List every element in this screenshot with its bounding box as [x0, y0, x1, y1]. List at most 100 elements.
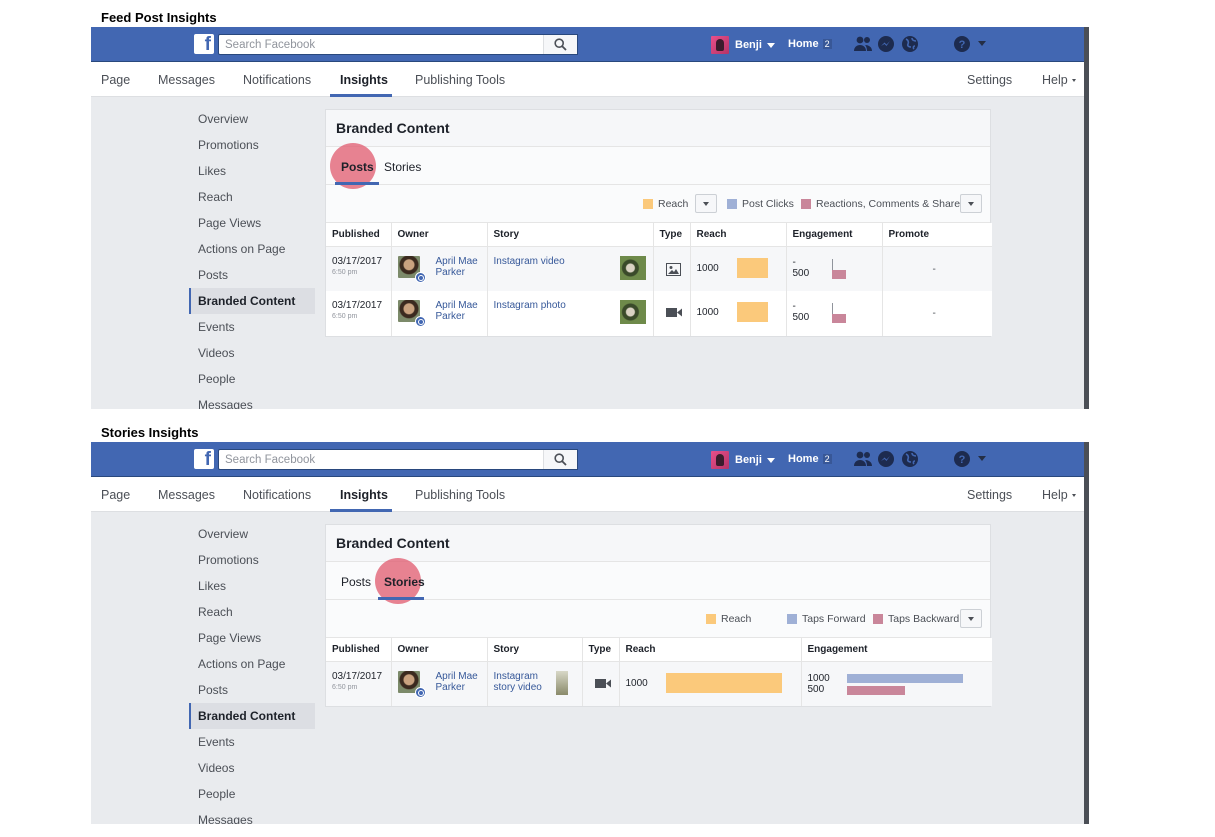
story-link[interactable]: Instagram story video [494, 671, 582, 693]
subtab-posts[interactable]: Posts [341, 160, 374, 174]
column-header-story[interactable]: Story [487, 223, 654, 247]
story-thumbnail[interactable] [619, 300, 646, 324]
search-input[interactable] [219, 450, 539, 470]
notifications-globe-icon[interactable] [901, 35, 919, 53]
metric-dropdown[interactable] [960, 194, 982, 213]
tab-messages[interactable]: Messages [158, 488, 215, 502]
nav-item-messages[interactable]: Messages [189, 807, 315, 824]
help-icon[interactable]: ? [953, 450, 971, 468]
nav-item-reach[interactable]: Reach [189, 184, 315, 210]
nav-item-events[interactable]: Events [189, 729, 315, 755]
column-header-type[interactable]: Type [582, 638, 620, 662]
owner-name-link[interactable]: April Mae Parker [436, 300, 478, 322]
friend-requests-icon[interactable] [853, 450, 872, 468]
owner-avatar[interactable] [397, 255, 426, 283]
nav-item-branded-content[interactable]: Branded Content [189, 288, 315, 314]
tab-insights[interactable]: Insights [340, 73, 388, 87]
tab-notifications[interactable]: Notifications [243, 488, 311, 502]
owner-name-link[interactable]: April Mae Parker [436, 256, 478, 278]
tab-notifications[interactable]: Notifications [243, 73, 311, 87]
profile-link[interactable]: Benji [711, 450, 775, 470]
tab-messages[interactable]: Messages [158, 73, 215, 87]
nav-item-page-views[interactable]: Page Views [189, 210, 315, 236]
nav-item-promotions[interactable]: Promotions [189, 132, 315, 158]
column-header-engagement[interactable]: Engagement [801, 638, 992, 662]
nav-item-overview[interactable]: Overview [189, 521, 315, 547]
nav-item-people[interactable]: People [189, 366, 315, 392]
owner-name-link[interactable]: April Mae Parker [436, 671, 478, 693]
nav-item-videos[interactable]: Videos [189, 755, 315, 781]
owner-cell: April Mae Parker [391, 661, 488, 706]
tab-settings[interactable]: Settings [967, 488, 1012, 502]
notifications-globe-icon[interactable] [901, 450, 919, 468]
column-header-reach[interactable]: Reach [619, 638, 802, 662]
search-button[interactable] [543, 450, 577, 469]
nav-item-page-views[interactable]: Page Views [189, 625, 315, 651]
owner: April Mae Parker [397, 300, 487, 327]
nav-item-likes[interactable]: Likes [189, 573, 315, 599]
tab-publishing-tools[interactable]: Publishing Tools [415, 488, 505, 502]
help-icon[interactable]: ? [953, 35, 971, 53]
column-header-type[interactable]: Type [653, 223, 691, 247]
subtab-posts[interactable]: Posts [341, 575, 371, 589]
reach-bar [736, 302, 768, 322]
subtab-stories[interactable]: Stories [384, 575, 425, 589]
messenger-icon[interactable] [877, 35, 895, 53]
column-header-published[interactable]: Published [326, 223, 392, 247]
facebook-logo-icon[interactable]: f [194, 34, 214, 54]
nav-item-videos[interactable]: Videos [189, 340, 315, 366]
tab-settings[interactable]: Settings [967, 73, 1012, 87]
tab-help[interactable]: Help [1042, 73, 1076, 87]
promote-cell[interactable]: - [882, 291, 992, 336]
home-label: Home [788, 38, 819, 50]
nav-item-people[interactable]: People [189, 781, 315, 807]
nav-item-promotions[interactable]: Promotions [189, 547, 315, 573]
nav-item-posts[interactable]: Posts [189, 262, 315, 288]
search-button[interactable] [543, 35, 577, 54]
tab-label: Publishing Tools [415, 73, 506, 87]
home-link[interactable]: Home 2 [788, 453, 832, 465]
column-header-story[interactable]: Story [487, 638, 583, 662]
nav-item-posts[interactable]: Posts [189, 677, 315, 703]
account-menu-chevron-icon[interactable] [978, 456, 986, 461]
owner-cell: April Mae Parker [391, 246, 488, 291]
nav-item-branded-content[interactable]: Branded Content [189, 703, 315, 729]
facebook-logo-icon[interactable]: f [194, 449, 214, 469]
published-time: 6:50 pm [332, 268, 358, 276]
nav-item-actions-on-page[interactable]: Actions on Page [189, 236, 315, 262]
search-input[interactable] [219, 35, 539, 55]
promote-value: - [932, 308, 936, 319]
metric-dropdown[interactable] [695, 194, 717, 213]
nav-item-actions-on-page[interactable]: Actions on Page [189, 651, 315, 677]
column-header-published[interactable]: Published [326, 638, 392, 662]
metric-dropdown[interactable] [960, 609, 982, 628]
story-thumbnail[interactable] [619, 255, 646, 280]
tab-page[interactable]: Page [101, 73, 130, 87]
account-menu-chevron-icon[interactable] [978, 41, 986, 46]
tab-publishing-tools[interactable]: Publishing Tools [415, 73, 505, 87]
column-header-owner[interactable]: Owner [391, 223, 488, 247]
subtab-stories[interactable]: Stories [384, 160, 421, 174]
tab-insights[interactable]: Insights [340, 488, 388, 502]
nav-item-messages[interactable]: Messages [189, 392, 315, 409]
owner-avatar[interactable] [397, 300, 426, 327]
tab-page[interactable]: Page [101, 488, 130, 502]
messenger-icon[interactable] [877, 450, 895, 468]
column-header-reach[interactable]: Reach [690, 223, 787, 247]
nav-item-overview[interactable]: Overview [189, 106, 315, 132]
column-header-promote[interactable]: Promote [882, 223, 992, 247]
nav-item-events[interactable]: Events [189, 314, 315, 340]
owner-avatar[interactable] [397, 670, 426, 698]
column-header-owner[interactable]: Owner [391, 638, 488, 662]
column-header-engagement[interactable]: Engagement [786, 223, 883, 247]
tab-help[interactable]: Help [1042, 488, 1076, 502]
type-cell [653, 246, 691, 291]
home-link[interactable]: Home 2 [788, 38, 832, 50]
profile-link[interactable]: Benji [711, 35, 775, 55]
nav-item-likes[interactable]: Likes [189, 158, 315, 184]
friend-requests-icon[interactable] [853, 35, 872, 53]
nav-item-reach[interactable]: Reach [189, 599, 315, 625]
published-date: 03/17/2017 [332, 255, 383, 267]
promote-cell[interactable]: - [882, 246, 992, 291]
story-thumbnail[interactable] [555, 670, 568, 695]
